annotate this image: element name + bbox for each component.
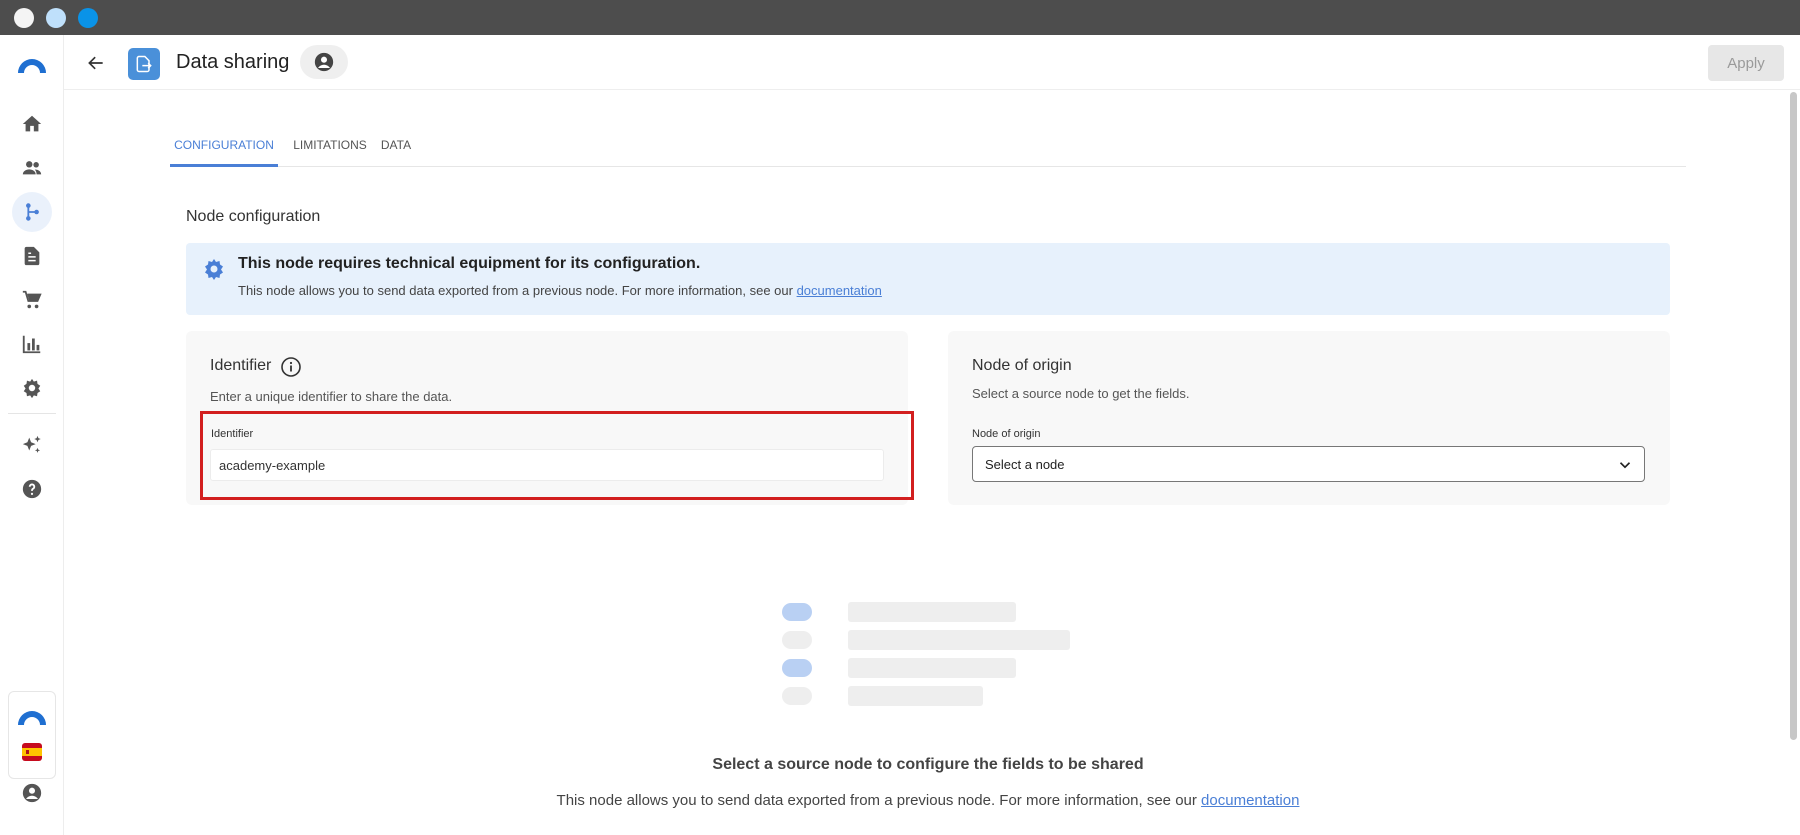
identifier-card-title: Identifier [210,357,272,374]
origin-node-select[interactable]: Select a node [972,446,1645,482]
banner-text: This node allows you to send data export… [238,283,882,298]
users-icon [22,161,42,175]
identifier-field-label: Identifier [211,428,254,440]
cart-icon [22,290,42,309]
data-sharing-node-icon [128,48,160,80]
skeleton-bar [848,630,1070,650]
page-header: Data sharing Apply [64,35,1800,90]
sparkles-icon [22,435,41,453]
empty-state-text: This node allows you to send data export… [0,792,1800,809]
identifier-card-subtitle: Enter a unique identifier to share the d… [210,389,453,404]
origin-select-value: Select a node [985,457,1065,472]
settings-icon [23,378,41,399]
documentation-link[interactable]: documentation [797,283,882,298]
window-maximize-button[interactable] [78,8,98,28]
sidebar-item-cart[interactable] [12,280,52,320]
identifier-input[interactable] [210,449,884,481]
window-close-button[interactable] [14,8,34,28]
sidebar-divider [8,413,56,414]
sidebar [0,35,64,835]
export-icon [136,55,152,73]
empty-state-text-body: This node allows you to send data export… [556,792,1202,809]
documents-icon [24,246,40,266]
skeleton-bar [848,686,983,706]
brand-logo[interactable] [14,703,50,727]
help-icon [22,479,42,499]
tab-data[interactable]: DATA [376,127,416,167]
sidebar-item-home[interactable] [12,104,52,144]
section-title: Node configuration [186,208,321,225]
sidebar-item-documents[interactable] [12,236,52,276]
page-title: Data sharing [176,51,290,73]
tab-bar: CONFIGURATION LIMITATIONS DATA [170,127,1686,167]
banner-title: This node requires technical equipment f… [238,255,701,272]
banner-text-body: This node allows you to send data export… [238,283,797,298]
tab-limitations[interactable]: LIMITATIONS [288,127,372,167]
info-icon[interactable] [280,356,302,378]
skeleton-bar [848,658,1016,678]
skeleton-bar [848,602,1016,622]
skeleton-pill [782,631,812,649]
sidebar-item-flows[interactable] [12,192,52,232]
apply-button[interactable]: Apply [1708,45,1784,81]
sidebar-item-settings[interactable] [12,368,52,408]
gear-icon [205,259,223,280]
owner-avatar[interactable] [300,45,348,79]
chevron-down-icon [1619,462,1631,469]
sidebar-item-users[interactable] [12,148,52,188]
home-icon [22,115,42,132]
analytics-icon [22,335,41,354]
empty-state-title: Select a source node to configure the fi… [712,756,1144,773]
sidebar-item-ai[interactable] [12,425,52,465]
account-icon [314,52,334,72]
skeleton-pill [782,603,812,621]
origin-field-label: Node of origin [972,428,1041,440]
origin-card-subtitle: Select a source node to get the fields. [972,386,1190,401]
brand-logo[interactable] [14,51,50,75]
tab-configuration[interactable]: CONFIGURATION [170,127,278,167]
origin-card-title: Node of origin [972,357,1072,374]
skeleton-pill [782,687,812,705]
flows-icon [26,203,39,221]
sidebar-item-analytics[interactable] [12,324,52,364]
vertical-scrollbar[interactable] [1790,92,1797,740]
arrow-left-icon [88,56,103,70]
empty-state-documentation-link[interactable]: documentation [1201,792,1299,809]
window-titlebar [0,0,1800,35]
back-button[interactable] [80,47,112,79]
skeleton-pill [782,659,812,677]
sidebar-item-help[interactable] [12,469,52,509]
window-minimize-button[interactable] [46,8,66,28]
info-banner: This node requires technical equipment f… [186,243,1670,315]
